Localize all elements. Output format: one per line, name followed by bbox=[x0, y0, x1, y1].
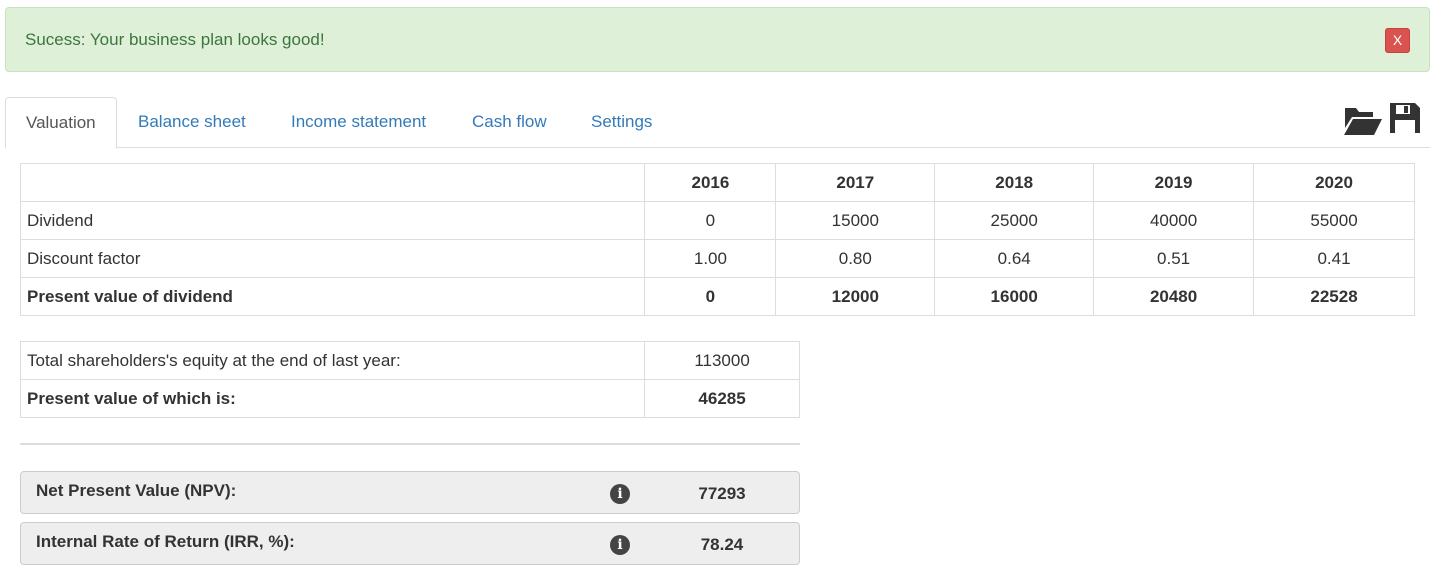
table-cell: 0 bbox=[644, 201, 777, 240]
table-row-present-value-equity: Present value of which is: 46285 bbox=[19, 379, 800, 418]
header-blank bbox=[19, 163, 646, 202]
row-label: Dividend bbox=[19, 201, 646, 240]
table-row-total-equity: Total shareholders's equity at the end o… bbox=[19, 341, 800, 380]
npv-panel: Net Present Value (NPV): i 77293 bbox=[20, 471, 800, 514]
row-label: Discount factor bbox=[19, 239, 646, 278]
section-divider bbox=[20, 443, 800, 445]
table-cell: 20480 bbox=[1093, 277, 1255, 316]
tab-balance-sheet[interactable]: Balance sheet bbox=[118, 97, 266, 148]
valuation-table: 2016 2017 2018 2019 2020 Dividend 0 1500… bbox=[19, 163, 1415, 316]
irr-value: 78.24 bbox=[700, 535, 744, 554]
year-header: 2017 bbox=[775, 163, 936, 202]
table-cell: 0.64 bbox=[934, 239, 1095, 278]
table-cell: 1.00 bbox=[644, 239, 777, 278]
folder-open-icon[interactable] bbox=[1343, 102, 1383, 141]
present-value-equity: 46285 bbox=[644, 379, 800, 418]
table-cell: 15000 bbox=[775, 201, 936, 240]
table-header-row: 2016 2017 2018 2019 2020 bbox=[19, 163, 1415, 202]
total-equity-value: 113000 bbox=[644, 341, 800, 380]
table-cell: 16000 bbox=[934, 277, 1095, 316]
row-label: Present value of dividend bbox=[19, 277, 646, 316]
table-cell: 0.80 bbox=[775, 239, 936, 278]
table-cell: 12000 bbox=[775, 277, 936, 316]
table-cell: 0.41 bbox=[1253, 239, 1415, 278]
table-cell: 25000 bbox=[934, 201, 1095, 240]
npv-label: Net Present Value (NPV): bbox=[36, 481, 237, 500]
irr-panel: Internal Rate of Return (IRR, %): i 78.2… bbox=[20, 522, 800, 565]
row-label: Total shareholders's equity at the end o… bbox=[19, 341, 646, 380]
year-header: 2020 bbox=[1253, 163, 1415, 202]
table-row-present-value: Present value of dividend 0 12000 16000 … bbox=[19, 277, 1415, 316]
alert-close-button[interactable]: X bbox=[1385, 28, 1410, 53]
equity-table: Total shareholders's equity at the end o… bbox=[19, 341, 800, 418]
table-cell: 0 bbox=[644, 277, 777, 316]
save-icon[interactable] bbox=[1389, 102, 1421, 139]
table-row-dividend: Dividend 0 15000 25000 40000 55000 bbox=[19, 201, 1415, 240]
tab-bar: Valuation Balance sheet Income statement… bbox=[5, 97, 1430, 149]
table-cell: 22528 bbox=[1253, 277, 1415, 316]
year-header: 2016 bbox=[644, 163, 777, 202]
npv-value: 77293 bbox=[698, 484, 746, 503]
info-icon[interactable]: i bbox=[610, 484, 630, 504]
alert-message: Sucess: Your business plan looks good! bbox=[25, 29, 325, 49]
irr-label: Internal Rate of Return (IRR, %): bbox=[36, 532, 295, 551]
table-cell: 55000 bbox=[1253, 201, 1415, 240]
success-alert: Sucess: Your business plan looks good! X bbox=[5, 7, 1430, 72]
row-label: Present value of which is: bbox=[19, 379, 646, 418]
year-header: 2019 bbox=[1093, 163, 1255, 202]
table-row-discount-factor: Discount factor 1.00 0.80 0.64 0.51 0.41 bbox=[19, 239, 1415, 278]
table-cell: 40000 bbox=[1093, 201, 1255, 240]
info-icon[interactable]: i bbox=[610, 535, 630, 555]
tab-income-statement[interactable]: Income statement bbox=[271, 97, 446, 148]
year-header: 2018 bbox=[934, 163, 1095, 202]
tab-cash-flow[interactable]: Cash flow bbox=[452, 97, 567, 148]
tab-valuation[interactable]: Valuation bbox=[5, 97, 117, 149]
tab-settings[interactable]: Settings bbox=[571, 97, 672, 148]
table-cell: 0.51 bbox=[1093, 239, 1255, 278]
